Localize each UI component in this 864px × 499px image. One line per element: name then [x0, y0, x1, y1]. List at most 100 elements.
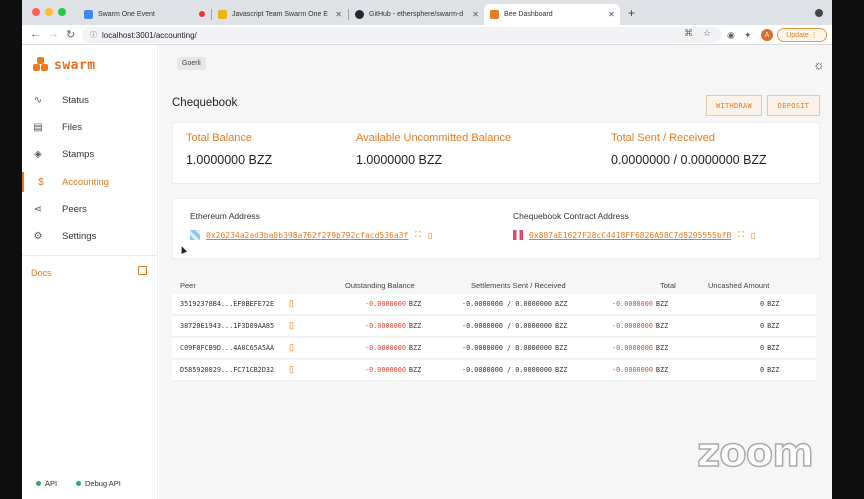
- qr-code-icon[interactable]: ⛶: [738, 230, 744, 240]
- total-balance-label: Total Balance: [186, 132, 253, 144]
- status-dot-icon: [36, 481, 41, 486]
- minimize-window-button[interactable]: [45, 8, 53, 16]
- address-card: Ethereum Address 0x26234a2ad3ba8b398a762…: [172, 198, 820, 259]
- settlements-value: -0.0000000 / 0.0000000 BZZ: [462, 300, 568, 308]
- extension-icon[interactable]: ◉: [727, 30, 735, 41]
- zoom-watermark: zoom: [696, 429, 814, 477]
- puzzle-icon[interactable]: ✦: [744, 30, 752, 41]
- identicon-icon: [190, 230, 200, 240]
- outstanding-value: -0.0000000 BZZ: [365, 322, 422, 330]
- reload-icon[interactable]: ↻: [66, 28, 75, 41]
- close-window-button[interactable]: [32, 8, 40, 16]
- page-title: Chequebook: [172, 97, 238, 109]
- sidebar-item-files[interactable]: ▤ Files: [22, 117, 158, 137]
- slides-icon: [218, 10, 227, 19]
- copy-icon[interactable]: ▯: [428, 231, 432, 240]
- swarm-logo[interactable]: swarm: [33, 57, 96, 73]
- forward-arrow-icon[interactable]: →: [48, 28, 59, 40]
- tab-search-button[interactable]: [815, 9, 823, 17]
- uncashed-value: 0 BZZ: [760, 322, 780, 330]
- bookmark-star-icon[interactable]: ☆: [703, 28, 711, 39]
- table-row: C09F0FCB9D...4A8C65A5AA ▯ -0.0000000 BZZ …: [172, 338, 816, 359]
- close-tab-icon[interactable]: ✕: [608, 10, 615, 19]
- recording-icon: [199, 11, 205, 17]
- column-header-peer: Peer: [180, 281, 196, 290]
- contract-address-row: 0x887aE1627F28cC4418FF6826A58C7d8295555b…: [513, 230, 755, 240]
- peer-id: 38720E1943...1F3D09AA85: [180, 322, 275, 330]
- qr-code-icon[interactable]: ⛶: [415, 230, 421, 240]
- column-header-uncashed: Uncashed Amount: [708, 281, 770, 290]
- total-value: -0.0000000 BZZ: [612, 322, 669, 330]
- close-tab-icon[interactable]: ✕: [335, 10, 342, 19]
- activity-icon: ∿: [33, 94, 43, 106]
- uncashed-value: 0 BZZ: [760, 344, 780, 352]
- sidebar-item-peers[interactable]: ⋖ Peers: [22, 199, 158, 219]
- docs-link[interactable]: Docs: [31, 268, 52, 278]
- github-icon: [355, 10, 364, 19]
- copy-icon[interactable]: ▯: [751, 231, 755, 240]
- new-tab-button[interactable]: +: [628, 6, 635, 20]
- close-tab-icon[interactable]: ✕: [472, 10, 479, 19]
- browser-tab-javascript-team[interactable]: Javascript Team Swarm One E ✕: [212, 4, 347, 25]
- table-row: D585920029...FC71CB2D32 ▯ -0.0000000 BZZ …: [172, 360, 816, 381]
- total-value: -0.0000000 BZZ: [612, 344, 669, 352]
- share-icon: ⋖: [33, 203, 43, 215]
- browser-tab-github[interactable]: GitHub - ethersphere/swarm-d ✕: [349, 4, 484, 25]
- browser-tab-bee-dashboard[interactable]: Bee Dashboard ✕: [484, 4, 620, 25]
- sidebar-divider: [22, 255, 158, 256]
- column-header-outstanding: Outstanding Balance: [345, 281, 415, 290]
- total-sent-received-value: 0.0000000 / 0.0000000 BZZ: [611, 153, 767, 167]
- uncashed-value: 0 BZZ: [760, 300, 780, 308]
- table-row: 38720E1943...1F3D09AA85 ▯ -0.0000000 BZZ …: [172, 316, 816, 337]
- ethereum-address-label: Ethereum Address: [190, 211, 260, 221]
- theme-toggle-sun-icon[interactable]: ☼: [813, 57, 825, 72]
- copy-icon[interactable]: ▯: [289, 342, 294, 353]
- sidebar-item-settings[interactable]: ⚙ Settings: [22, 226, 158, 246]
- back-arrow-icon[interactable]: ←: [30, 28, 41, 40]
- identicon-icon: [513, 230, 523, 240]
- browser-tab-swarm-one-event[interactable]: Swarm One Event: [78, 4, 208, 25]
- file-icon: ▤: [33, 121, 43, 133]
- balance-card: Total Balance 1.0000000 BZZ Available Un…: [172, 122, 820, 184]
- total-sent-received-label: Total Sent / Received: [611, 132, 715, 144]
- info-icon: ⓘ: [90, 32, 97, 39]
- peer-id: D585920029...FC71CB2D32: [180, 366, 275, 374]
- outstanding-value: -0.0000000 BZZ: [365, 344, 422, 352]
- withdraw-button[interactable]: WITHDRAW: [706, 95, 762, 116]
- qr-code-icon[interactable]: ⌘: [684, 28, 693, 39]
- update-button[interactable]: Update ⋮: [777, 28, 827, 42]
- external-link-icon[interactable]: [138, 266, 147, 275]
- uncashed-value: 0 BZZ: [760, 366, 780, 374]
- sidebar-item-accounting[interactable]: $ Accounting: [22, 172, 158, 192]
- address-bar[interactable]: ⓘ localhost:3001/accounting/: [82, 27, 722, 43]
- swarm-logo-icon: [33, 57, 49, 73]
- available-balance-label: Available Uncommitted Balance: [356, 132, 512, 144]
- sidebar-item-status[interactable]: ∿ Status: [22, 90, 158, 110]
- outstanding-value: -0.0000000 BZZ: [365, 366, 422, 374]
- available-balance-value: 1.0000000 BZZ: [356, 153, 443, 167]
- table-row: 35192378B4...EF0BEFE72E ▯ -0.0000000 BZZ …: [172, 294, 816, 315]
- api-status: API: [36, 479, 57, 488]
- column-header-total: Total: [660, 281, 676, 290]
- column-header-settlements: Settlements Sent / Received: [471, 281, 566, 290]
- status-dot-icon: [76, 481, 81, 486]
- tab-strip: Swarm One Event Javascript Team Swarm On…: [22, 0, 832, 25]
- profile-avatar[interactable]: A: [761, 29, 773, 41]
- peers-table: Peer Outstanding Balance Settlements Sen…: [172, 271, 820, 431]
- video-icon: [84, 10, 93, 19]
- gear-icon: ⚙: [33, 230, 43, 242]
- copy-icon[interactable]: ▯: [289, 298, 294, 309]
- deposit-button[interactable]: DEPOSIT: [767, 95, 820, 116]
- ethereum-address-link[interactable]: 0x26234a2ad3ba8b398a762f279b792cfacd536a…: [206, 231, 408, 240]
- browser-window: Swarm One Event Javascript Team Swarm On…: [22, 0, 832, 499]
- debug-api-status: Debug API: [76, 479, 121, 488]
- sidebar: swarm ∿ Status ▤ Files ◈ Stamps $ Accoun…: [22, 45, 158, 499]
- total-balance-value: 1.0000000 BZZ: [186, 153, 273, 167]
- sidebar-item-stamps[interactable]: ◈ Stamps: [22, 144, 158, 164]
- contract-address-link[interactable]: 0x887aE1627F28cC4418FF6826A58C7d8295555b…: [529, 231, 731, 240]
- dollar-icon: $: [38, 176, 44, 188]
- copy-icon[interactable]: ▯: [289, 320, 294, 331]
- copy-icon[interactable]: ▯: [289, 364, 294, 375]
- contract-address-label: Chequebook Contract Address: [513, 211, 629, 221]
- maximize-window-button[interactable]: [58, 8, 66, 16]
